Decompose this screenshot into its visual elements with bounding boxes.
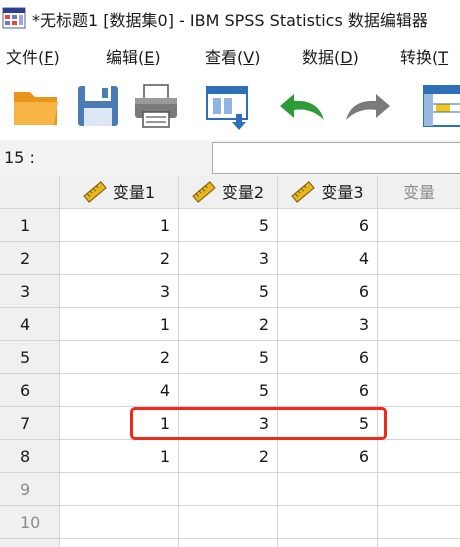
data-cell[interactable] bbox=[378, 209, 460, 242]
data-cell[interactable]: 3 bbox=[179, 407, 278, 440]
menu-edit[interactable]: 编辑(E) bbox=[106, 44, 161, 68]
data-cell[interactable] bbox=[378, 539, 460, 547]
data-cell[interactable] bbox=[60, 506, 179, 539]
data-cell[interactable]: 6 bbox=[278, 341, 378, 374]
data-cell[interactable]: 6 bbox=[278, 374, 378, 407]
data-cell[interactable] bbox=[278, 539, 378, 547]
table-row: 4 1 2 3 bbox=[0, 308, 460, 341]
data-grid: 变量1 变量2 变量3 变量 1 1 5 6 2 2 3 4 3 3 5 6 4… bbox=[0, 176, 460, 547]
row-number[interactable]: 9 bbox=[0, 473, 60, 506]
data-cell[interactable]: 5 bbox=[179, 374, 278, 407]
table-row: 2 2 3 4 bbox=[0, 242, 460, 275]
data-cell[interactable] bbox=[378, 473, 460, 506]
data-cell[interactable] bbox=[378, 506, 460, 539]
table-row: 8 1 2 6 bbox=[0, 440, 460, 473]
data-cell[interactable]: 5 bbox=[179, 275, 278, 308]
data-cell[interactable]: 5 bbox=[278, 407, 378, 440]
column-header-var3[interactable]: 变量3 bbox=[278, 176, 378, 209]
row-number[interactable]: 7 bbox=[0, 407, 60, 440]
scale-measure-icon bbox=[83, 181, 107, 203]
data-cell[interactable]: 2 bbox=[179, 308, 278, 341]
row-number[interactable]: 5 bbox=[0, 341, 60, 374]
toolbar bbox=[0, 72, 460, 140]
cell-reference: 15 : bbox=[4, 148, 35, 167]
save-icon[interactable] bbox=[72, 80, 124, 132]
data-cell[interactable]: 2 bbox=[60, 242, 179, 275]
table-row: 3 3 5 6 bbox=[0, 275, 460, 308]
data-cell[interactable] bbox=[378, 275, 460, 308]
cell-editor-bar: 15 : bbox=[0, 140, 460, 176]
data-cell[interactable] bbox=[278, 473, 378, 506]
row-number[interactable]: 4 bbox=[0, 308, 60, 341]
menu-data[interactable]: 数据(D) bbox=[302, 44, 359, 68]
redo-icon[interactable] bbox=[342, 80, 394, 132]
table-row: 9 bbox=[0, 473, 460, 506]
data-cell[interactable] bbox=[60, 539, 179, 547]
data-cell[interactable]: 1 bbox=[60, 209, 179, 242]
data-cell[interactable] bbox=[179, 473, 278, 506]
window-title: *无标题1 [数据集0] - IBM SPSS Statistics 数据编辑器 bbox=[32, 11, 428, 30]
column-header-var1[interactable]: 变量1 bbox=[60, 176, 179, 209]
row-number[interactable]: 3 bbox=[0, 275, 60, 308]
row-number[interactable]: 6 bbox=[0, 374, 60, 407]
data-cell[interactable] bbox=[378, 242, 460, 275]
column-header-var2[interactable]: 变量2 bbox=[179, 176, 278, 209]
data-cell[interactable] bbox=[278, 506, 378, 539]
data-cell[interactable]: 4 bbox=[60, 374, 179, 407]
row-number[interactable]: 2 bbox=[0, 242, 60, 275]
data-cell[interactable] bbox=[179, 506, 278, 539]
row-number[interactable]: 10 bbox=[0, 506, 60, 539]
data-cell[interactable]: 6 bbox=[278, 275, 378, 308]
menu-view[interactable]: 查看(V) bbox=[205, 44, 260, 68]
table-row: 11 bbox=[0, 539, 460, 547]
data-cell[interactable]: 3 bbox=[60, 275, 179, 308]
table-row: 6 4 5 6 bbox=[0, 374, 460, 407]
dialog-recall-icon[interactable] bbox=[202, 80, 254, 132]
column-header-empty[interactable]: 变量 bbox=[378, 176, 460, 209]
cell-value-input[interactable] bbox=[212, 142, 460, 174]
data-cell[interactable]: 5 bbox=[179, 341, 278, 374]
column-header-row: 变量1 变量2 变量3 变量 bbox=[0, 176, 460, 209]
data-cell[interactable]: 1 bbox=[60, 440, 179, 473]
data-cell[interactable]: 4 bbox=[278, 242, 378, 275]
menu-bar: 文件(F) 编辑(E) 查看(V) 数据(D) 转换(T bbox=[0, 36, 460, 72]
row-number[interactable]: 11 bbox=[0, 539, 60, 547]
table-row: 5 2 5 6 bbox=[0, 341, 460, 374]
data-cell[interactable] bbox=[179, 539, 278, 547]
row-number[interactable]: 8 bbox=[0, 440, 60, 473]
table-row: 10 bbox=[0, 506, 460, 539]
data-cell[interactable]: 2 bbox=[60, 341, 179, 374]
row-number[interactable]: 1 bbox=[0, 209, 60, 242]
corner-cell[interactable] bbox=[0, 176, 60, 209]
data-cell[interactable]: 1 bbox=[60, 407, 179, 440]
data-cell[interactable] bbox=[60, 473, 179, 506]
table-row: 7 1 3 5 bbox=[0, 407, 460, 440]
data-cell[interactable]: 1 bbox=[60, 308, 179, 341]
data-cell[interactable] bbox=[378, 440, 460, 473]
data-cell[interactable]: 3 bbox=[278, 308, 378, 341]
goto-case-icon[interactable] bbox=[420, 80, 460, 132]
scale-measure-icon bbox=[192, 181, 216, 203]
data-cell[interactable]: 5 bbox=[179, 209, 278, 242]
data-cell[interactable]: 3 bbox=[179, 242, 278, 275]
spss-app-icon[interactable] bbox=[2, 6, 26, 30]
data-cell[interactable] bbox=[378, 374, 460, 407]
menu-file[interactable]: 文件(F) bbox=[6, 44, 60, 68]
data-cell[interactable] bbox=[378, 308, 460, 341]
print-icon[interactable] bbox=[130, 80, 182, 132]
table-row: 1 1 5 6 bbox=[0, 209, 460, 242]
open-folder-icon[interactable] bbox=[10, 80, 62, 132]
data-cell[interactable]: 2 bbox=[179, 440, 278, 473]
title-bar: *无标题1 [数据集0] - IBM SPSS Statistics 数据编辑器 bbox=[0, 0, 460, 36]
menu-transform[interactable]: 转换(T bbox=[400, 44, 448, 68]
data-cell[interactable] bbox=[378, 407, 460, 440]
data-cell[interactable]: 6 bbox=[278, 440, 378, 473]
data-cell[interactable]: 6 bbox=[278, 209, 378, 242]
undo-icon[interactable] bbox=[276, 80, 328, 132]
data-cell[interactable] bbox=[378, 341, 460, 374]
scale-measure-icon bbox=[291, 181, 316, 203]
